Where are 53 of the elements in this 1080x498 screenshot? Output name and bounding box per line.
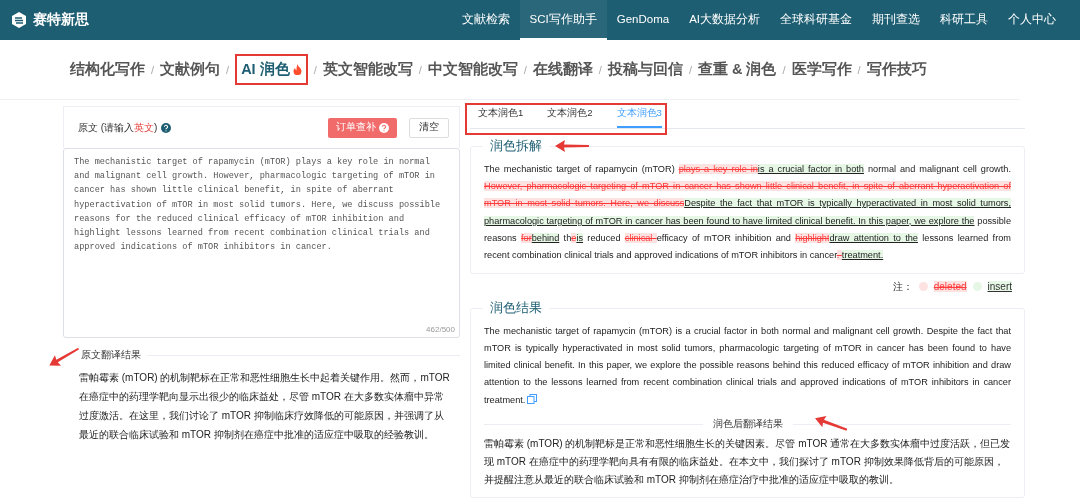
nav-link[interactable]: 个人中心 (998, 0, 1066, 40)
legend-text: deleted (933, 281, 967, 292)
help-icon (379, 122, 389, 133)
separator: / (226, 63, 230, 76)
separator: / (523, 63, 527, 76)
translation-text: 雷帕霉素 (mTOR) 的机制靶标在正常和恶性细胞生长中起着关键作用。然而，mTOR 在癌症中的药理学靶向显示出很少的临床益处，尽管 mTOR 在大多数实体瘤中异常过度激活。在这里，我们讨论了 mTOR 抑制临床疗效降低的可能原因，并强调了从最近的联合临床试验和 mTOR 抑制剂在癌症中批准的适应症中吸取的经验教训。 (79, 371, 451, 442)
sub-nav-link[interactable]: 医学写作 (791, 60, 852, 79)
nav-link[interactable]: GenDoma (606, 0, 680, 40)
copy-icon[interactable] (527, 393, 538, 404)
section-title: 原文翻译结果 (81, 348, 141, 362)
separator: / (151, 63, 155, 76)
card-title: 润色结果 (483, 299, 549, 317)
separator: / (598, 63, 602, 76)
legend-dot (918, 282, 928, 291)
nav-link[interactable]: 期刊查选 (862, 0, 930, 40)
nav-link[interactable]: 全球科研基金 (770, 0, 862, 40)
flame-icon (292, 64, 302, 75)
tab[interactable]: 文本润色1 (478, 106, 524, 128)
sub-nav-link[interactable]: 写作技巧 (866, 60, 927, 79)
sub-nav-link[interactable]: AI 润色 (235, 54, 308, 85)
nav-link[interactable]: 科研工具 (930, 0, 998, 40)
sub-nav-link[interactable]: 结构化写作 (70, 60, 145, 79)
source-label: 原文 (请输入英文) (78, 120, 158, 135)
separator: / (418, 63, 422, 76)
character-counter: 462/500 (426, 325, 455, 334)
sub-nav-link[interactable]: 在线翻译 (532, 60, 593, 79)
legend-text: insert (987, 281, 1012, 292)
sub-nav-link[interactable]: 查重 & 润色 (697, 60, 777, 79)
logo-icon (10, 11, 28, 29)
separator: / (688, 63, 692, 76)
card-title: 润色拆解 (483, 137, 549, 155)
result-paragraph: The mechanistic target of rapamycin (mTOR) is a crucial factor in both normal and malignant cell growth. Despite the fact that mTOR is typically hyperactivated in most solid tumors, pharmacologic targeting of mTOR in cancer has been found to have limited clinical benefit. In this paper, we explore the possible reasons behind this reduced efficacy of mTOR inhibition and draw attention to the lessons learned from recent combination clinical trials and approved indications of mTOR inhibitors in cancer treatment. (484, 324, 1011, 407)
sub-nav-link[interactable]: 文献例句 (160, 60, 221, 79)
legend-dot (972, 282, 982, 291)
tab[interactable]: 文本润色2 (547, 106, 593, 128)
separator: / (782, 63, 786, 76)
section-title: 润色后翻译结果 (712, 417, 783, 431)
source-text-field[interactable]: The mechanistic target of rapamycin (mTOR) plays a key role in normal and malignant cell growth. However, pharmacologic targeting of mTOR in cancer has shown little clinical benefit, in spite of aberrant hyperactivation of mTOR in most solid tumors. Here, we discuss possible reasons for the reduced clinical efficacy of mTOR inhibition and highlight lessons learned from recent combination clinical trials and approved indications of mTOR inhibitors in cancer. 462/500 (63, 148, 460, 338)
nav-link[interactable]: AI大数据分析 (679, 0, 770, 40)
nav-link[interactable]: SCI写作助手 (519, 0, 607, 40)
diff-paragraph: The mechanistic target of rapamycin (mTOR) plays a key role inis a crucial factor in both normal and malignant cell growth. However, pharmacologic targeting of mTOR in cancer has shown little clinical benefit, in spite of aberrant hyperactivation of mTOR in most solid tumors. Here, we discussDespite the fact that mTOR is typically hyperactivated in most solid tumors, pharmacologic targeting of mTOR in cancer has been found to have limited clinical benefit. In this paper, we explore the possible reasons forbehind theis reduced clinical efficacy of mTOR inhibition and highlightdraw attention to the lessons learned from recent combination clinical trials and approved indications of mTOR inhibitors in cancer. treatment. (484, 162, 1011, 263)
separator: / (857, 63, 861, 76)
clear-button[interactable]: 清空 (409, 117, 449, 138)
nav-link[interactable]: 文献检索 (451, 0, 520, 40)
sub-nav-link[interactable]: 投稿与回信 (607, 60, 683, 79)
sub-nav-link[interactable]: 中文智能改写 (427, 60, 518, 79)
annotation-arrow (555, 138, 589, 153)
legend-label: 注： (892, 279, 913, 294)
brand-name: 赛特新思 (33, 11, 89, 29)
sub-nav-link[interactable]: 英文智能改写 (322, 60, 413, 79)
help-icon (161, 122, 172, 133)
translation-text: 雷帕霉素 (mTOR) 的机制靶标是正常和恶性细胞生长的关键因素。尽管 mTOR 通常在大多数实体瘤中过度活跃，但已发现 mTOR 在癌症中的药理学靶向具有有限的临床益处。在本文中，我们探讨了 mTOR 抑制效果降低背后的可能原因，并提醒注意从最近的联合临床试验和 mTOR 抑制剂在癌症治疗中批准的适应症中吸取的教训。 (484, 437, 1011, 487)
separator: / (313, 63, 317, 76)
